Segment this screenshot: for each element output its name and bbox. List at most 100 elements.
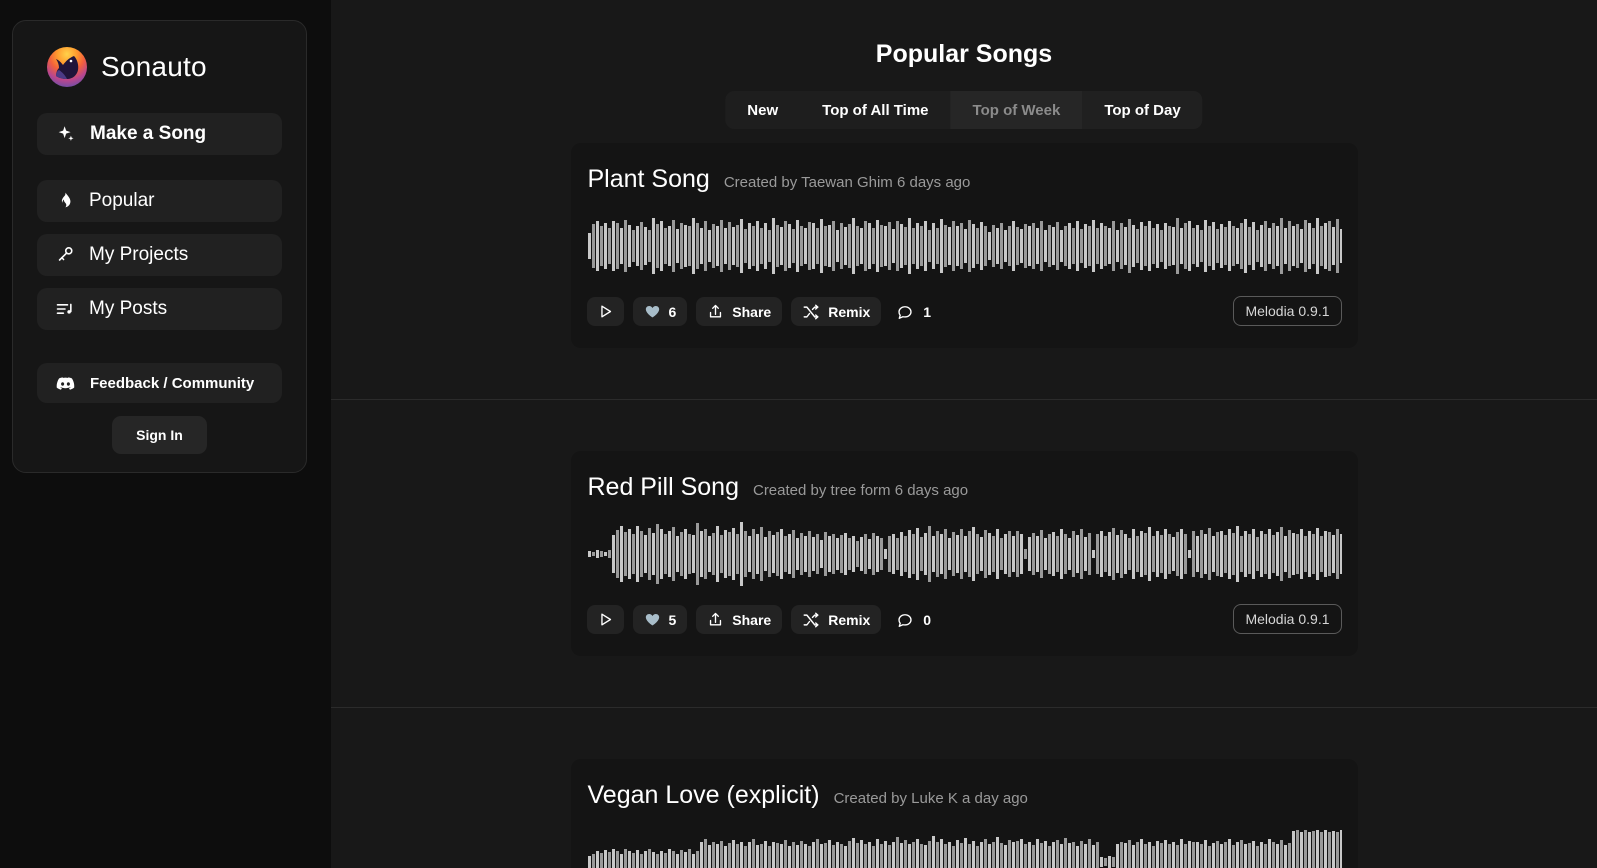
sidebar-item-my-projects[interactable]: My Projects <box>37 234 282 276</box>
waveform-bar <box>1207 527 1211 581</box>
waveform-bar <box>603 551 607 557</box>
model-version-badge[interactable]: Melodia 0.9.1 <box>1233 296 1342 326</box>
play-button[interactable] <box>586 297 624 326</box>
waveform-bar <box>1331 226 1335 266</box>
waveform-bar <box>1199 229 1203 263</box>
waveform-bar <box>731 527 735 581</box>
model-version-badge[interactable]: Melodia 0.9.1 <box>1233 604 1342 634</box>
waveform-bar <box>727 532 731 576</box>
comment-button[interactable]: 1 <box>890 297 937 326</box>
waveform[interactable] <box>587 512 1342 596</box>
waveform-bar <box>591 551 595 557</box>
comment-button[interactable]: 0 <box>890 605 937 634</box>
waveform-bar <box>1163 222 1167 270</box>
waveform-bar <box>1231 225 1235 267</box>
waveform-bar <box>1067 223 1071 269</box>
like-button[interactable]: 6 <box>632 297 688 326</box>
waveform-bar <box>687 226 691 266</box>
waveform-bar <box>955 534 959 574</box>
waveform-bar <box>911 534 915 574</box>
waveform-bar <box>587 855 591 868</box>
waveform-bar <box>987 532 991 576</box>
waveform-bar <box>807 222 811 270</box>
waveform[interactable] <box>587 204 1342 288</box>
song-card[interactable]: Red Pill Song Created by tree form 6 days… <box>570 451 1358 656</box>
tab-top-of-week[interactable]: Top of Week <box>950 91 1083 129</box>
waveform-bar <box>1235 842 1239 868</box>
share-button[interactable]: Share <box>696 605 783 634</box>
waveform-bar <box>607 550 611 558</box>
waveform-bar <box>915 838 919 868</box>
waveform-bar <box>743 846 747 868</box>
waveform-bar <box>1231 532 1235 576</box>
waveform-bar <box>1199 844 1203 868</box>
waveform-bar <box>743 531 747 577</box>
feedback-community-button[interactable]: Feedback / Community <box>37 363 282 403</box>
waveform-bar <box>967 219 971 273</box>
waveform-bar <box>907 844 911 868</box>
waveform-bar <box>995 837 999 868</box>
comment-bubble-icon <box>896 611 914 629</box>
waveform-bar <box>907 218 911 274</box>
waveform-bar <box>1155 530 1159 578</box>
waveform-bar <box>831 533 835 575</box>
song-title[interactable]: Vegan Love (explicit) <box>588 781 820 810</box>
waveform-bar <box>615 851 619 868</box>
remix-button[interactable]: Remix <box>791 605 882 634</box>
waveform-bar <box>631 230 635 262</box>
make-a-song-button[interactable]: Make a Song <box>37 113 282 155</box>
waveform-bar <box>879 224 883 268</box>
waveform[interactable] <box>587 820 1342 868</box>
tab-top-of-day[interactable]: Top of Day <box>1082 91 1203 129</box>
waveform-bar <box>1319 831 1323 868</box>
waveform-bar <box>703 528 707 580</box>
waveform-bar <box>987 844 991 868</box>
song-card[interactable]: Vegan Love (explicit) Created by Luke K a… <box>570 759 1358 868</box>
waveform-bar <box>1099 530 1103 578</box>
tab-new[interactable]: New <box>725 91 800 129</box>
waveform-bar <box>1247 226 1251 266</box>
waveform-bar <box>703 839 707 868</box>
song-card[interactable]: Plant Song Created by Taewan Ghim 6 days … <box>570 143 1358 348</box>
waveform-bar <box>1087 226 1091 266</box>
play-button[interactable] <box>586 605 624 634</box>
waveform-bar <box>1107 532 1111 576</box>
waveform-bar <box>1095 534 1099 574</box>
waveform-bar <box>739 219 743 273</box>
waveform-bar <box>1227 529 1231 579</box>
tab-top-of-all-time[interactable]: Top of All Time <box>800 91 950 129</box>
sidebar-item-popular[interactable]: Popular <box>37 180 282 222</box>
waveform-bar <box>1175 218 1179 274</box>
waveform-bar <box>899 224 903 268</box>
main-content-panel: Popular Songs New Top of All Time Top of W… <box>331 0 1597 868</box>
waveform-bar <box>635 850 639 868</box>
waveform-bar <box>1123 533 1127 575</box>
waveform-bar <box>759 843 763 868</box>
heart-icon <box>644 303 661 320</box>
like-button[interactable]: 5 <box>632 605 688 634</box>
waveform-bar <box>1259 224 1263 268</box>
song-title[interactable]: Red Pill Song <box>588 473 739 502</box>
share-upload-icon <box>707 611 724 628</box>
waveform-bar <box>1303 535 1307 573</box>
remix-button[interactable]: Remix <box>791 297 882 326</box>
waveform-bar <box>811 841 815 868</box>
flame-icon <box>55 191 75 211</box>
waveform-bar <box>1091 845 1095 868</box>
sign-in-button[interactable]: Sign In <box>112 416 207 454</box>
waveform-bar <box>895 220 899 272</box>
song-list: Plant Song Created by Taewan Ghim 6 days … <box>331 143 1597 868</box>
sparkles-icon <box>55 124 76 145</box>
waveform-bar <box>1003 229 1007 263</box>
waveform-bar <box>1031 532 1035 576</box>
waveform-bar <box>1055 222 1059 270</box>
song-title[interactable]: Plant Song <box>588 165 710 194</box>
waveform-bar <box>655 853 659 868</box>
waveform-bar <box>595 851 599 868</box>
share-button[interactable]: Share <box>696 297 783 326</box>
waveform-bar <box>1139 531 1143 577</box>
waveform-bar <box>811 223 815 269</box>
waveform-bar <box>1303 830 1307 868</box>
sidebar-item-my-posts[interactable]: My Posts <box>37 288 282 330</box>
